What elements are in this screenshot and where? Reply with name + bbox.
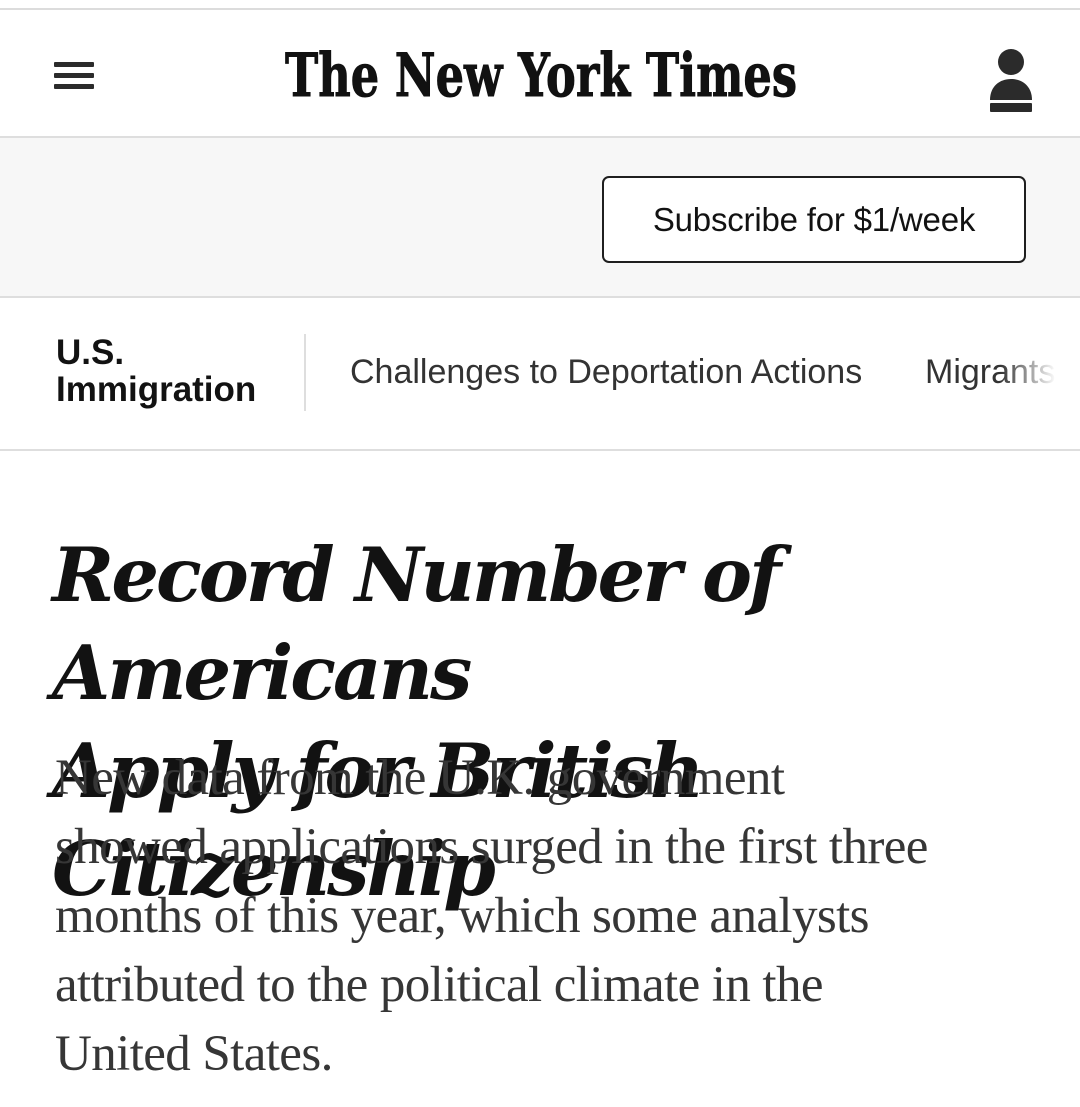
menu-bar	[54, 62, 94, 67]
section-label-us-immigration[interactable]: U.S. Immigration	[56, 334, 296, 408]
section-label-line: Immigration	[56, 370, 257, 409]
masthead: The New York Times	[0, 10, 1080, 138]
hamburger-menu-icon[interactable]	[54, 62, 94, 92]
top-edge	[0, 0, 1080, 10]
section-nav: U.S. Immigration Challenges to Deportati…	[0, 298, 1080, 451]
nyt-logo[interactable]: The New York Times	[280, 34, 802, 116]
summary-line: attributed to the political climate in t…	[55, 957, 823, 1013]
menu-bar	[54, 84, 94, 89]
nyt-logo-wordmark: The New York Times	[285, 41, 798, 112]
menu-bar	[54, 73, 94, 78]
summary-line: months of this year, which some analysts	[55, 888, 870, 944]
headline-line: Record Number of Americans	[52, 531, 781, 717]
subscribe-banner: Subscribe for $1/week	[0, 138, 1080, 298]
svg-text:The New York Times: The New York Times	[285, 41, 797, 111]
article-summary: New data from the U.K. government showed…	[55, 744, 1045, 1089]
section-label-line: U.S.	[56, 333, 125, 372]
subscribe-button-label: Subscribe for $1/week	[652, 200, 976, 238]
summary-line: New data from the U.K. government	[55, 750, 785, 806]
nav-link-migrants[interactable]: Migrants S	[925, 353, 1080, 392]
account-icon[interactable]	[988, 48, 1034, 114]
nav-divider	[304, 334, 306, 411]
summary-line: United States.	[55, 1026, 333, 1082]
nav-link-challenges-deportation[interactable]: Challenges to Deportation Actions	[350, 353, 862, 392]
summary-line: showed applications surged in the first …	[55, 819, 928, 875]
subscribe-button[interactable]: Subscribe for $1/week	[602, 176, 1026, 263]
